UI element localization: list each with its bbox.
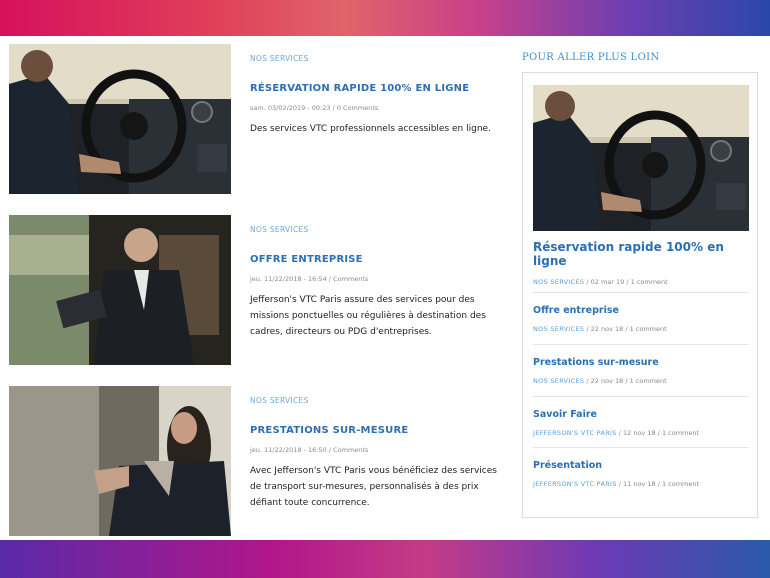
sidebar-item-category[interactable]: NOS SERVICES xyxy=(533,377,584,385)
sidebar-featured-title[interactable]: Réservation rapide 100% en ligne xyxy=(533,240,749,268)
post-meta: jeu. 11/22/2018 - 16:54 / Comments xyxy=(250,275,369,283)
post-thumbnail-businesswoman[interactable] xyxy=(9,386,231,536)
post-title[interactable]: PRESTATIONS SUR-MESURE xyxy=(250,425,505,436)
sidebar-item-date: / 22 nov 18 / 1 comment xyxy=(586,325,667,333)
page-content: NOS SERVICES RÉSERVATION RAPIDE 100% EN … xyxy=(0,36,770,540)
post-title[interactable]: RÉSERVATION RAPIDE 100% EN LIGNE xyxy=(250,83,505,94)
post-card: NOS SERVICES PRESTATIONS SUR-MESURE jeu.… xyxy=(9,386,509,536)
sidebar-item-date: / 12 nov 18 / 1 comment xyxy=(618,429,700,437)
sidebar-item-title[interactable]: Prestations sur-mesure xyxy=(533,357,749,368)
sidebar-item-category[interactable]: JEFFERSON'S VTC PARIS xyxy=(533,480,617,488)
sidebar-featured-category[interactable]: NOS SERVICES xyxy=(533,278,584,286)
sidebar-item-meta: JEFFERSON'S VTC PARIS / 12 nov 18 / 1 co… xyxy=(533,429,749,437)
sidebar-heading: POUR ALLER PLUS LOIN xyxy=(522,52,660,63)
sidebar-item-title[interactable]: Offre entreprise xyxy=(533,305,749,316)
post-category[interactable]: NOS SERVICES xyxy=(250,225,505,234)
bottom-decor-band xyxy=(0,540,770,578)
sidebar-item-category[interactable]: NOS SERVICES xyxy=(533,325,584,333)
sidebar-item: Savoir Faire JEFFERSON'S VTC PARIS / 12 … xyxy=(533,396,749,437)
post-description: Avec Jefferson's VTC Paris vous bénéfici… xyxy=(250,466,497,508)
sidebar-item-date: / 22 nov 18 / 1 comment xyxy=(586,377,667,385)
post-card: NOS SERVICES OFFRE ENTREPRISE jeu. 11/22… xyxy=(9,215,509,365)
sidebar-featured-date: / 02 mar 19 / 1 comment xyxy=(586,278,668,286)
sidebar-item-category[interactable]: JEFFERSON'S VTC PARIS xyxy=(533,429,617,437)
post-card: NOS SERVICES RÉSERVATION RAPIDE 100% EN … xyxy=(9,44,509,194)
post-category[interactable]: NOS SERVICES xyxy=(250,396,505,405)
post-meta: jeu. 11/22/2018 - 16:50 / Comments xyxy=(250,446,369,454)
sidebar-item-title[interactable]: Savoir Faire xyxy=(533,409,749,420)
sidebar-item-meta: NOS SERVICES / 22 nov 18 / 1 comment xyxy=(533,325,749,333)
post-description: Jefferson's VTC Paris assure des service… xyxy=(250,295,486,337)
post-category[interactable]: NOS SERVICES xyxy=(250,54,505,63)
sidebar-item: Offre entreprise NOS SERVICES / 22 nov 1… xyxy=(533,292,749,333)
sidebar-item-meta: NOS SERVICES / 22 nov 18 / 1 comment xyxy=(533,377,749,385)
sidebar-box: Réservation rapide 100% en ligne NOS SER… xyxy=(522,72,758,518)
sidebar-featured-meta: NOS SERVICES / 02 mar 19 / 1 comment xyxy=(533,278,749,286)
post-thumbnail-driving[interactable] xyxy=(9,44,231,194)
sidebar-item-title[interactable]: Présentation xyxy=(533,460,749,471)
sidebar: POUR ALLER PLUS LOIN Réservation rapide … xyxy=(522,52,758,518)
sidebar-item-meta: JEFFERSON'S VTC PARIS / 11 nov 18 / 1 co… xyxy=(533,480,749,488)
sidebar-featured-post: Réservation rapide 100% en ligne NOS SER… xyxy=(533,240,749,286)
post-title[interactable]: OFFRE ENTREPRISE xyxy=(250,254,505,265)
sidebar-featured-image[interactable] xyxy=(533,85,749,231)
sidebar-item: Présentation JEFFERSON'S VTC PARIS / 11 … xyxy=(533,447,749,488)
post-thumbnail-businessman[interactable] xyxy=(9,215,231,365)
sidebar-item-date: / 11 nov 18 / 1 comment xyxy=(618,480,700,488)
sidebar-item: Prestations sur-mesure NOS SERVICES / 22… xyxy=(533,344,749,385)
post-meta: sam. 03/02/2019 - 00:23 / 0 Comments xyxy=(250,104,379,112)
post-description: Des services VTC professionnels accessib… xyxy=(250,124,491,134)
